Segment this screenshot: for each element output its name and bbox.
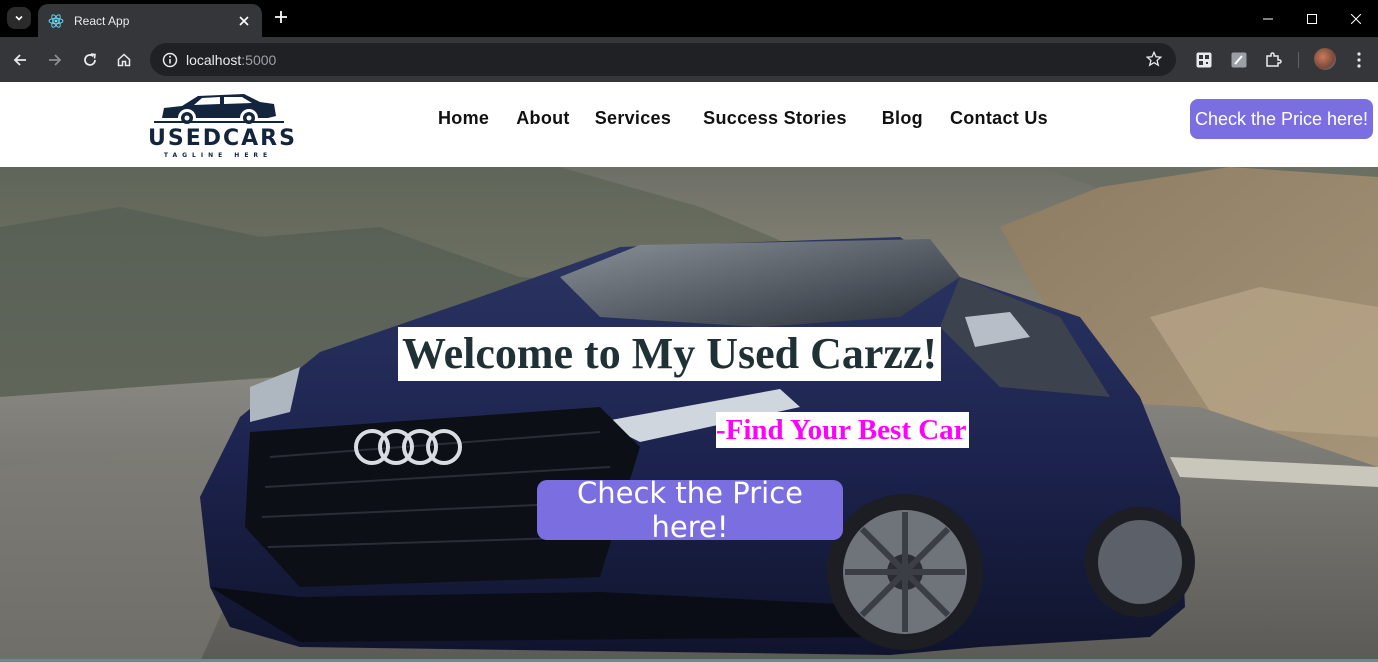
react-icon	[48, 13, 64, 29]
home-button[interactable]	[112, 48, 136, 72]
reload-icon	[84, 53, 96, 66]
plus-icon	[275, 11, 287, 23]
toolbar-separator	[1298, 52, 1299, 68]
url-port: :5000	[241, 51, 277, 68]
hero-section: Welcome to My Used Carzz! -Find Your Bes…	[0, 167, 1378, 662]
star-icon[interactable]	[1144, 49, 1164, 69]
site-navbar: USEDCARS TAGLINE HERE Home About Service…	[0, 82, 1378, 167]
nav-link-about[interactable]: About	[516, 108, 569, 130]
check-price-nav-button[interactable]: Check the Price here!	[1190, 99, 1373, 139]
tab-title: React App	[74, 13, 130, 28]
reload-button[interactable]	[78, 48, 102, 72]
chevron-down-icon	[15, 15, 23, 21]
info-icon[interactable]	[160, 50, 180, 70]
nav-link-services[interactable]: Services	[595, 108, 671, 130]
close-icon[interactable]	[236, 13, 252, 29]
puzzle-icon[interactable]	[1262, 49, 1284, 71]
logo-tagline: TAGLINE HERE	[163, 152, 273, 159]
minimize-icon	[1263, 18, 1273, 19]
home-icon	[117, 53, 131, 67]
nav-link-success-stories[interactable]: Success Stories	[703, 108, 847, 130]
maximize-icon	[1307, 13, 1317, 24]
check-price-hero-button[interactable]: Check the Price here!	[537, 476, 843, 544]
main-nav: Home About Services Success Stories Blog…	[438, 108, 1048, 130]
address-bar[interactable]: localhost:5000	[150, 43, 1176, 76]
close-window-icon	[1351, 13, 1361, 24]
forward-button[interactable]	[43, 48, 67, 72]
back-button[interactable]	[8, 48, 32, 72]
avatar[interactable]	[1314, 48, 1336, 70]
hero-title: Welcome to My Used Carzz!	[398, 327, 942, 381]
tab-search-button[interactable]	[7, 7, 31, 29]
minimize-button[interactable]	[1246, 0, 1290, 37]
window-controls	[1246, 0, 1378, 37]
new-tab-button[interactable]	[270, 6, 292, 28]
page-content: USEDCARS TAGLINE HERE Home About Service…	[0, 82, 1378, 662]
maximize-button[interactable]	[1290, 0, 1334, 37]
url-text: localhost:5000	[186, 52, 276, 68]
back-icon	[13, 54, 26, 66]
hero-subtitle: -Find Your Best Car	[716, 412, 969, 448]
browser-toolbar: localhost:5000	[0, 37, 1378, 82]
nav-link-contact-us[interactable]: Contact Us	[950, 108, 1048, 130]
browser-tabstrip: React App	[0, 0, 1378, 37]
nav-link-blog[interactable]: Blog	[882, 108, 923, 130]
extension-edit-icon[interactable]	[1228, 49, 1250, 71]
site-logo[interactable]: USEDCARS TAGLINE HERE	[148, 88, 297, 162]
url-host: localhost	[186, 51, 242, 68]
forward-icon	[49, 54, 62, 66]
nav-link-home[interactable]: Home	[438, 108, 489, 130]
logo-text: USEDCARS	[148, 126, 297, 151]
car-logo-icon	[154, 94, 284, 126]
hero-car-image	[0, 167, 1378, 662]
browser-tab[interactable]: React App	[38, 4, 262, 37]
close-window-button[interactable]	[1334, 0, 1378, 37]
menu-dots-icon[interactable]	[1348, 49, 1370, 71]
extension-qr-icon[interactable]	[1193, 49, 1215, 71]
